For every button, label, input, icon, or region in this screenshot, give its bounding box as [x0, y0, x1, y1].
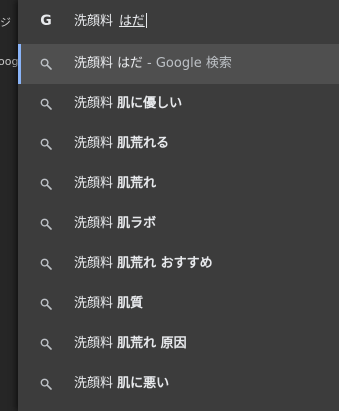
suggestion-item[interactable]: 洗顔料 肌ラボ — [18, 204, 339, 244]
suggestion-label: 洗顔料 肌荒れ おすすめ — [74, 256, 213, 271]
search-icon — [40, 218, 52, 230]
search-icon — [40, 378, 52, 390]
background-text-top: ジ — [0, 16, 11, 29]
suggestion-label: 洗顔料 肌荒れる — [74, 136, 170, 151]
search-icon — [40, 58, 52, 70]
text-caret — [145, 13, 147, 28]
omnibox-ime-composition: はだ — [119, 14, 145, 29]
search-icon — [40, 138, 52, 150]
suggestion-item[interactable]: 洗顔料 肌に優しい — [18, 84, 339, 124]
suggestion-label: 洗顔料 はだ - Google 検索 — [74, 56, 232, 71]
background-page: ジ oog — [0, 0, 18, 411]
suggestion-label: 洗顔料 肌ラボ — [74, 216, 157, 231]
search-icon — [40, 178, 52, 190]
search-icon — [40, 258, 52, 270]
omnibox-typed-text: 洗顔料 — [74, 14, 114, 29]
background-text-mid: oog — [0, 55, 19, 68]
suggestion-item[interactable]: 洗顔料 はだ - Google 検索 — [18, 44, 339, 84]
search-icon — [40, 298, 52, 310]
suggestion-label: 洗顔料 肌荒れ 原因 — [74, 336, 187, 351]
suggestion-item[interactable]: 洗顔料 肌に悪い — [18, 364, 339, 404]
suggestion-label: 洗顔料 肌に優しい — [74, 96, 183, 111]
suggestion-label: 洗顔料 肌質 — [74, 296, 144, 311]
omnibox-dropdown: G 洗顔料 はだ 洗顔料 はだ - Google 検索 洗顔料 肌に優しい 洗顔料… — [18, 0, 339, 411]
omnibox-input-row[interactable]: G 洗顔料 はだ — [18, 0, 339, 43]
suggestion-item[interactable]: 洗顔料 肌荒れ おすすめ — [18, 244, 339, 284]
suggestion-list: 洗顔料 はだ - Google 検索 洗顔料 肌に優しい 洗顔料 肌荒れる 洗顔… — [18, 44, 339, 404]
suggestion-item[interactable]: 洗顔料 肌荒れ — [18, 164, 339, 204]
google-g-icon: G — [40, 13, 52, 29]
suggestion-item[interactable]: 洗顔料 肌質 — [18, 284, 339, 324]
omnibox-input[interactable]: 洗顔料 はだ — [74, 13, 147, 30]
suggestion-item[interactable]: 洗顔料 肌荒れる — [18, 124, 339, 164]
suggestion-item[interactable]: 洗顔料 肌荒れ 原因 — [18, 324, 339, 364]
suggestion-label: 洗顔料 肌荒れ — [74, 176, 157, 191]
search-icon — [40, 98, 52, 110]
search-icon — [40, 338, 52, 350]
suggestion-label: 洗顔料 肌に悪い — [74, 376, 170, 391]
